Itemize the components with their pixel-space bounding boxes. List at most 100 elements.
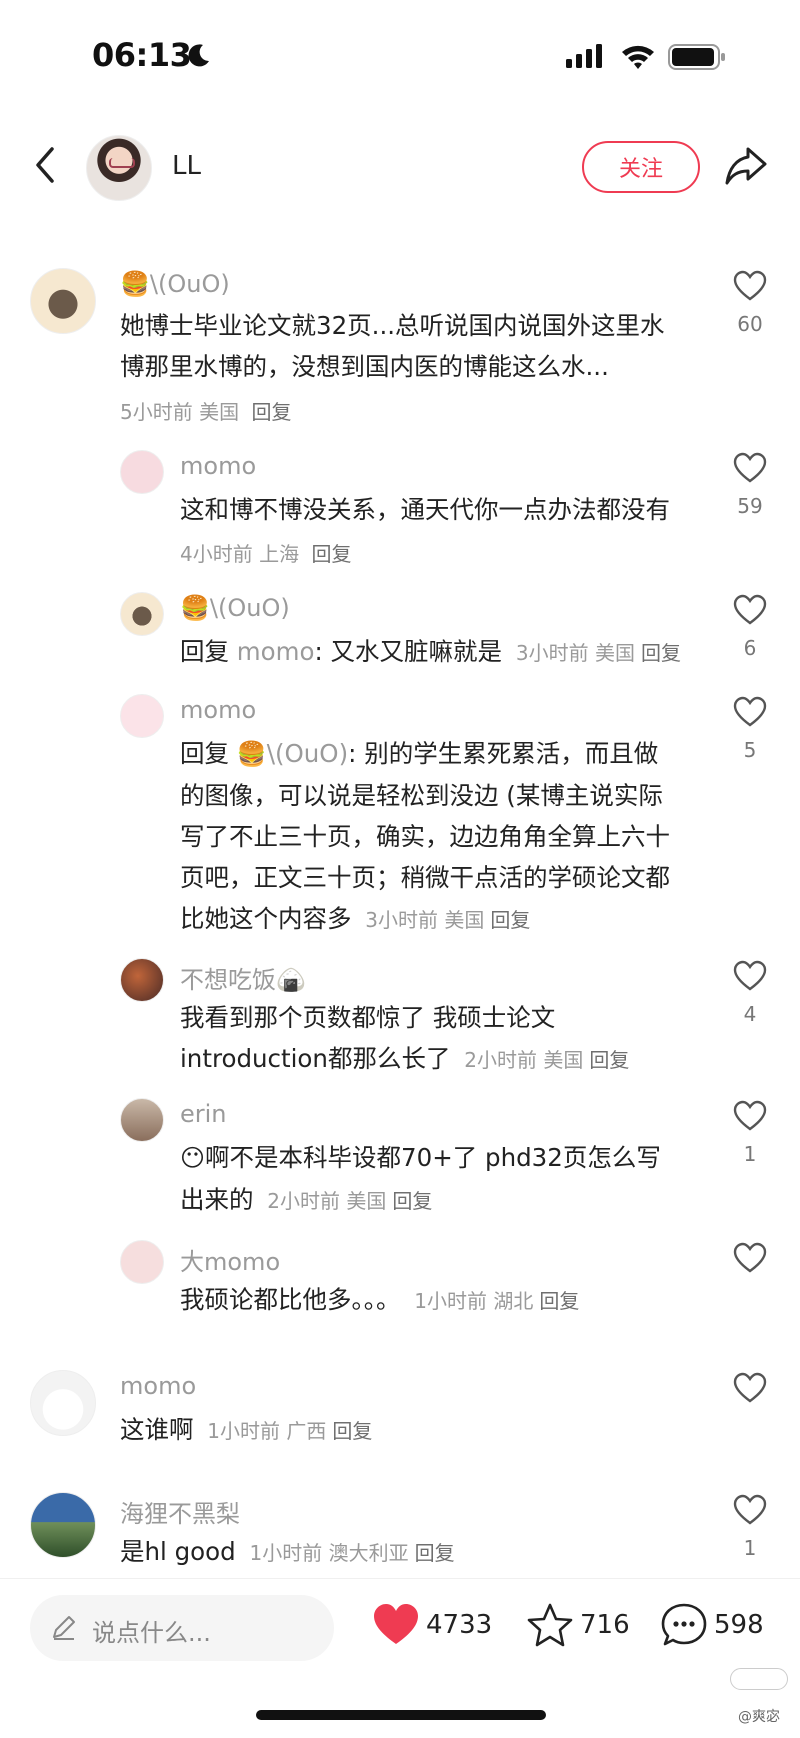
moon-icon xyxy=(188,44,209,67)
like-total: 4733 xyxy=(426,1610,493,1640)
comment-text: 回复 momo: 又水又脏嘛就是 3小时前 美国 回复 xyxy=(180,637,681,666)
favorite-total: 716 xyxy=(580,1610,630,1640)
wifi-icon xyxy=(622,45,654,69)
heart-icon xyxy=(733,270,767,301)
home-indicator[interactable] xyxy=(256,1710,546,1720)
comment-stat[interactable]: 598 xyxy=(660,1598,764,1652)
battery-icon xyxy=(668,44,725,70)
like-button[interactable]: 6 xyxy=(726,594,774,660)
burger-emoji: 🍔 xyxy=(236,740,267,768)
heart-icon xyxy=(733,1494,767,1525)
commenter-name[interactable]: 不想吃饭🍙 xyxy=(180,960,306,995)
author-name[interactable]: LL xyxy=(172,151,201,181)
like-button[interactable] xyxy=(726,1242,774,1274)
commenter-avatar[interactable] xyxy=(120,694,164,738)
comment-text: 她博士毕业论文就32页...总听说国内说国外这里水 博那里水博的，没想到国内医的… xyxy=(120,311,665,381)
comment-meta: 1小时前 湖北 回复 xyxy=(414,1289,580,1313)
reply-button[interactable]: 回复 xyxy=(251,400,291,424)
mood-emoji: 😶 xyxy=(180,1144,206,1172)
commenter-avatar[interactable] xyxy=(30,268,96,334)
commenter-name[interactable]: momo xyxy=(180,696,256,724)
reply-button[interactable]: 回复 xyxy=(311,542,351,566)
comment-meta: 2小时前 美国 回复 xyxy=(464,1048,630,1072)
reply-button[interactable]: 回复 xyxy=(589,1048,629,1072)
heart-icon xyxy=(733,1372,767,1403)
reply-button[interactable]: 回复 xyxy=(392,1189,432,1213)
commenter-avatar[interactable] xyxy=(120,958,164,1002)
watermark-text: @爽宓 xyxy=(738,1709,780,1725)
commenter-name[interactable]: momo xyxy=(120,1372,196,1400)
comment-meta: 4小时前 上海 回复 xyxy=(180,542,352,566)
back-arrow-icon[interactable] xyxy=(28,143,64,187)
favorite-stat[interactable]: 716 xyxy=(526,1598,630,1652)
comment-meta: 5小时前 美国 回复 xyxy=(120,400,292,424)
comment-bubble-icon xyxy=(661,1603,707,1646)
like-button[interactable] xyxy=(726,1372,774,1404)
heart-icon xyxy=(733,1100,767,1131)
commenter-name[interactable]: momo xyxy=(180,452,256,480)
like-button[interactable]: 1 xyxy=(726,1494,774,1560)
reply-button[interactable]: 回复 xyxy=(415,1541,455,1565)
commenter-avatar[interactable] xyxy=(120,592,164,636)
like-button[interactable]: 4 xyxy=(726,960,774,1026)
watermark-logo xyxy=(730,1668,788,1690)
heart-icon xyxy=(733,452,767,483)
like-button[interactable]: 59 xyxy=(726,452,774,518)
comment-text: 我硕论都比他多。。。 1小时前 湖北 回复 xyxy=(180,1285,580,1314)
reply-button[interactable]: 回复 xyxy=(539,1289,579,1313)
status-time: 06:13 xyxy=(92,36,192,74)
comment-text: 是hl good 1小时前 澳大利亚 回复 xyxy=(120,1537,455,1566)
comment-text: 这谁啊 1小时前 广西 回复 xyxy=(120,1415,373,1444)
comment-text: 这和博不博没关系，通天代你一点办法都没有 xyxy=(180,495,670,524)
commenter-avatar[interactable] xyxy=(120,450,164,494)
heart-icon xyxy=(733,1242,767,1273)
comment-input-placeholder: 说点什么... xyxy=(92,1619,211,1647)
status-bar: 06:13 xyxy=(0,0,800,110)
comment-total: 598 xyxy=(714,1610,764,1640)
heart-filled-icon xyxy=(374,1604,418,1644)
comment-meta: 3小时前 美国 回复 xyxy=(515,641,681,665)
heart-icon xyxy=(733,594,767,625)
post-header: LL 关注 xyxy=(0,125,800,209)
reply-button[interactable]: 回复 xyxy=(332,1419,372,1443)
bottom-action-bar: 说点什么... 4733 716 598 xyxy=(0,1580,800,1690)
commenter-name[interactable]: 🍔\(OuO) xyxy=(120,270,230,298)
comment-meta: 2小时前 美国 回复 xyxy=(267,1189,433,1213)
author-avatar[interactable] xyxy=(86,135,152,201)
reply-to-user[interactable]: momo xyxy=(237,637,315,666)
commenter-name[interactable]: erin xyxy=(180,1100,227,1128)
like-count: 5 xyxy=(743,738,757,762)
star-icon xyxy=(527,1603,573,1647)
like-button[interactable]: 60 xyxy=(726,270,774,336)
share-icon[interactable] xyxy=(724,145,768,187)
heart-icon xyxy=(733,696,767,727)
commenter-avatar[interactable] xyxy=(120,1098,164,1142)
commenter-name[interactable]: 海狸不黑梨 xyxy=(120,1494,240,1529)
burger-emoji: 🍔 xyxy=(120,270,150,298)
like-count: 6 xyxy=(743,636,757,660)
bottom-divider xyxy=(0,1578,800,1579)
commenter-avatar[interactable] xyxy=(30,1370,96,1436)
commenter-name[interactable]: 大momo xyxy=(180,1242,280,1277)
follow-button[interactable]: 关注 xyxy=(582,141,700,193)
like-button[interactable]: 1 xyxy=(726,1100,774,1166)
pencil-icon xyxy=(53,1616,75,1640)
comment-text: 回复 🍔\(OuO): 别的学生累死累活，而且做 的图像，可以说是轻松到没边 (… xyxy=(180,733,670,941)
like-count: 1 xyxy=(743,1142,757,1166)
rice-ball-emoji: 🍙 xyxy=(276,966,306,994)
comment-meta: 1小时前 澳大利亚 回复 xyxy=(249,1541,455,1565)
heart-icon xyxy=(733,960,767,991)
reply-to-user[interactable]: \(OuO) xyxy=(267,739,348,768)
like-button[interactable]: 5 xyxy=(726,696,774,762)
reply-button[interactable]: 回复 xyxy=(641,641,681,665)
like-stat[interactable]: 4733 xyxy=(372,1598,492,1652)
comment-meta: 3小时前 美国 回复 xyxy=(365,908,531,932)
like-count: 4 xyxy=(743,1002,757,1026)
reply-button[interactable]: 回复 xyxy=(490,908,530,932)
comment-input[interactable]: 说点什么... xyxy=(30,1595,334,1661)
commenter-avatar[interactable] xyxy=(30,1492,96,1558)
like-count: 59 xyxy=(737,494,763,518)
commenter-name[interactable]: 🍔\(OuO) xyxy=(180,594,290,622)
comment-meta: 1小时前 广西 回复 xyxy=(207,1419,373,1443)
commenter-avatar[interactable] xyxy=(120,1240,164,1284)
